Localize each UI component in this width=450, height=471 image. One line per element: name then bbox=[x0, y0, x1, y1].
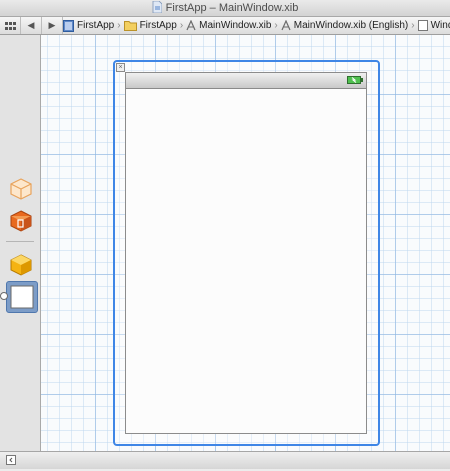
crumb-xib-file[interactable]: MainWindow.xib bbox=[186, 17, 271, 34]
ios-window-view[interactable] bbox=[125, 72, 367, 434]
crumb-folder[interactable]: FirstApp bbox=[123, 17, 177, 34]
object-cube-icon bbox=[10, 254, 32, 276]
jump-bar: ◀ ▶ FirstApp › FirstApp › MainWindow.xib… bbox=[0, 17, 450, 35]
xib-document-icon bbox=[152, 1, 162, 13]
interface-canvas[interactable]: × bbox=[41, 35, 450, 451]
first-responder-cube-icon bbox=[10, 210, 32, 232]
back-button[interactable]: ◀ bbox=[21, 17, 42, 34]
files-owner-object[interactable] bbox=[9, 177, 33, 201]
project-icon bbox=[63, 19, 74, 32]
window-object-icon bbox=[10, 285, 34, 309]
crumb-window[interactable]: Window bbox=[417, 17, 450, 34]
window-title: FirstApp – MainWindow.xib bbox=[165, 2, 299, 14]
chevron-right-icon: › bbox=[274, 20, 278, 31]
forward-arrow-icon: ▶ bbox=[48, 20, 56, 30]
object-dock-sidebar bbox=[0, 35, 41, 451]
close-icon[interactable]: × bbox=[116, 63, 125, 72]
chevron-right-icon: › bbox=[179, 20, 184, 31]
xib-file-icon bbox=[186, 20, 196, 31]
sidebar-toggle-icon bbox=[6, 455, 16, 465]
toggle-dock-button[interactable] bbox=[4, 452, 18, 469]
window-object[interactable] bbox=[6, 281, 38, 313]
crumb-xib-localized[interactable]: MainWindow.xib (English) bbox=[281, 17, 408, 34]
first-responder-object[interactable] bbox=[9, 209, 33, 233]
back-arrow-icon: ◀ bbox=[27, 20, 35, 30]
files-owner-cube-icon bbox=[10, 178, 32, 200]
app-delegate-object[interactable] bbox=[9, 253, 33, 277]
dock-divider bbox=[6, 241, 34, 242]
xib-file-icon bbox=[281, 20, 291, 31]
window-titlebar: FirstApp – MainWindow.xib bbox=[0, 0, 450, 17]
window-icon bbox=[417, 20, 428, 31]
folder-icon bbox=[123, 21, 137, 31]
grid-menu-icon bbox=[4, 22, 16, 30]
battery-icon bbox=[347, 76, 363, 84]
related-items-button[interactable] bbox=[0, 17, 21, 34]
crumb-project[interactable]: FirstApp bbox=[63, 17, 114, 34]
window-selection-frame[interactable]: × bbox=[113, 60, 380, 446]
forward-button[interactable]: ▶ bbox=[42, 17, 63, 34]
selection-marker-icon bbox=[0, 292, 8, 300]
status-bar bbox=[126, 73, 366, 89]
breadcrumb: FirstApp › FirstApp › MainWindow.xib › M… bbox=[63, 17, 450, 34]
chevron-right-icon: › bbox=[117, 20, 121, 31]
bottom-bar bbox=[0, 451, 450, 469]
chevron-right-icon: › bbox=[411, 20, 415, 31]
